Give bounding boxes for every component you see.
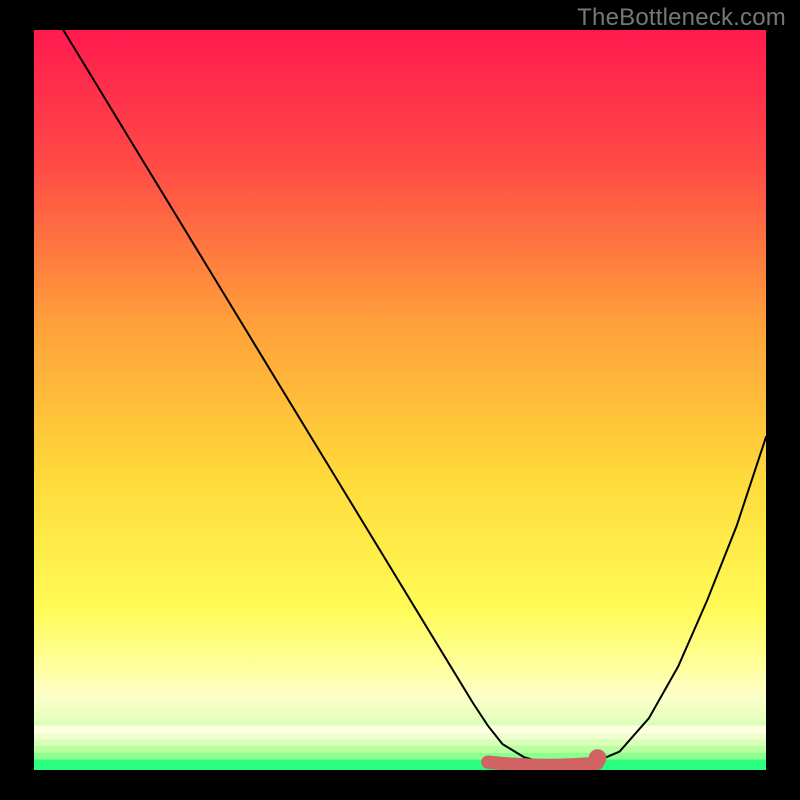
- accent-dot: [589, 749, 607, 767]
- watermark-text: TheBottleneck.com: [577, 4, 786, 32]
- bottom-stripe: [34, 746, 766, 753]
- bottom-stripe: [34, 726, 766, 733]
- bottom-stripe-group: [34, 726, 766, 770]
- chart-container: [34, 30, 766, 770]
- gradient-bg: [34, 30, 766, 770]
- bottom-stripe: [34, 753, 766, 760]
- bottleneck-chart: [34, 30, 766, 770]
- bottom-stripe: [34, 740, 766, 747]
- bottom-stripe: [34, 760, 766, 770]
- accent-flat: [488, 762, 598, 765]
- bottom-stripe: [34, 733, 766, 740]
